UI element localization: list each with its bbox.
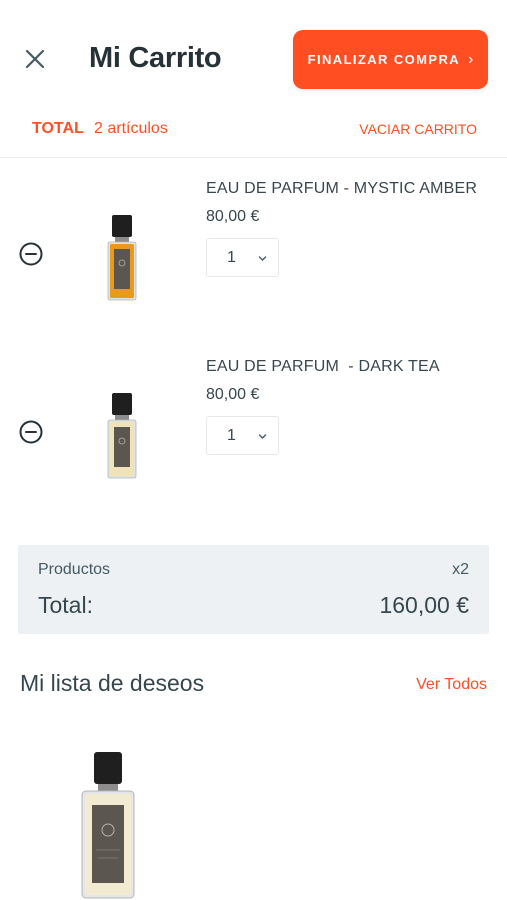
close-button[interactable] [20,44,50,74]
empty-cart-button[interactable]: VACIAR CARRITO [359,121,477,137]
products-quantity: x2 [452,561,469,578]
quantity-select[interactable]: 1 [206,238,279,277]
remove-circle-icon [19,242,43,266]
products-label: Productos [38,561,111,578]
product-image [107,215,137,301]
remove-item-button[interactable] [18,241,44,267]
close-icon [25,49,45,69]
chevron-down-icon [258,256,267,261]
product-price: 80,00 € [206,208,260,225]
quantity-value: 1 [227,427,236,444]
product-image [107,393,137,479]
chevron-right-icon: › [468,50,474,68]
total-label: TOTAL [32,120,84,137]
quantity-select[interactable]: 1 [206,416,279,455]
product-name: EAU DE PARFUM - MYSTIC AMBER [206,180,478,197]
quantity-value: 1 [227,249,236,266]
product-price: 80,00 € [206,386,260,403]
cart-summary-bar: TOTAL 2 artículos VACIAR CARRITO [0,110,507,158]
wishlist-title: Mi lista de deseos [20,670,205,696]
remove-item-button[interactable] [18,419,44,445]
header: Mi Carrito FINALIZAR COMPRA › [0,0,507,110]
cart-item: EAU DE PARFUM - MYSTIC AMBER 80,00 € 1 [0,165,507,325]
grand-total-value: 160,00 € [379,592,469,618]
checkout-label: FINALIZAR COMPRA [307,52,461,67]
page-title: Mi Carrito [89,42,222,74]
order-totals-panel: Productos x2 Total: 160,00 € [18,545,489,634]
item-count: 2 artículos [94,120,168,137]
product-name: EAU DE PARFUM - DARK TEA [206,358,440,375]
wishlist-product-image[interactable] [78,750,138,900]
remove-circle-icon [19,420,43,444]
chevron-down-icon [258,434,267,439]
see-all-link[interactable]: Ver Todos [416,676,487,694]
grand-total-label: Total: [38,592,93,618]
cart-item: EAU DE PARFUM - DARK TEA 80,00 € 1 [0,343,507,503]
checkout-button[interactable]: FINALIZAR COMPRA › [293,30,488,89]
